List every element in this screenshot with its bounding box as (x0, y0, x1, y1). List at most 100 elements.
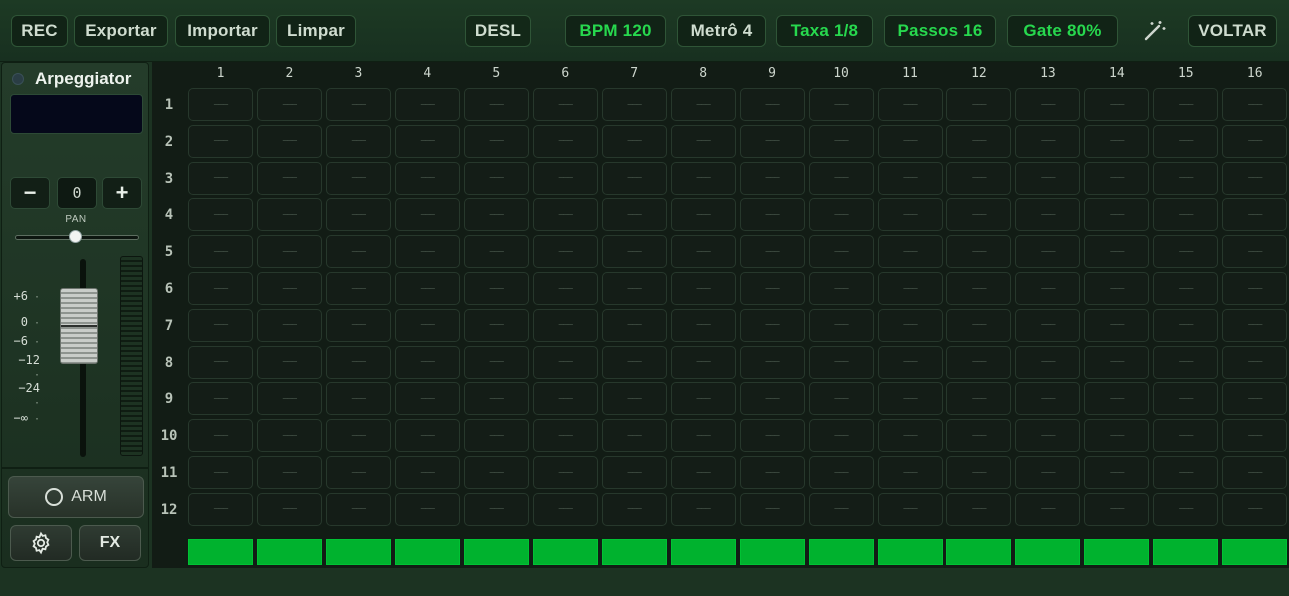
track-color-dot[interactable] (12, 73, 24, 85)
step-cell[interactable]: ——— (1153, 272, 1219, 305)
step-cell[interactable]: ——— (256, 272, 322, 305)
gate-bar[interactable] (1153, 539, 1219, 565)
step-cell[interactable]: ——— (739, 198, 805, 232)
step-cell[interactable]: ——— (877, 235, 943, 269)
step-cell[interactable]: ——— (670, 272, 736, 305)
step-cell[interactable]: ——— (256, 492, 322, 526)
step-cell[interactable]: ——— (1084, 456, 1150, 489)
step-cell[interactable]: ——— (601, 272, 667, 305)
step-cell[interactable]: ——— (808, 124, 874, 158)
step-cell[interactable]: ——— (463, 124, 529, 158)
step-cell[interactable]: ——— (394, 382, 460, 416)
transpose-plus-button[interactable]: + (102, 177, 142, 209)
step-cell[interactable]: ——— (1222, 308, 1288, 342)
step-cell[interactable]: ——— (463, 272, 529, 305)
gate-bar[interactable] (256, 539, 322, 565)
step-cell[interactable]: ——— (1153, 198, 1219, 232)
step-cell[interactable]: ——— (739, 419, 805, 453)
gate-bar[interactable] (808, 539, 874, 565)
step-cell[interactable]: ——— (1153, 456, 1219, 489)
step-cell[interactable]: ——— (394, 456, 460, 489)
step-cell[interactable]: ——— (877, 308, 943, 342)
step-cell[interactable]: ——— (1222, 272, 1288, 305)
step-cell[interactable]: ——— (188, 161, 253, 195)
step-cell[interactable]: ——— (1084, 272, 1150, 305)
gate-bar[interactable] (601, 539, 667, 565)
step-cell[interactable]: ——— (325, 456, 391, 489)
step-cell[interactable]: ——— (739, 345, 805, 379)
step-cell[interactable]: ——— (1153, 419, 1219, 453)
gate-bar[interactable] (670, 539, 736, 565)
step-cell[interactable]: ——— (670, 456, 736, 489)
step-cell[interactable]: ——— (601, 235, 667, 269)
step-cell[interactable]: ——— (256, 345, 322, 379)
step-cell[interactable]: ——— (808, 382, 874, 416)
step-cell[interactable]: ——— (1015, 492, 1081, 526)
step-cell[interactable]: ——— (325, 124, 391, 158)
step-cell[interactable]: ——— (739, 272, 805, 305)
step-cell[interactable]: ——— (808, 161, 874, 195)
step-cell[interactable]: ——— (670, 345, 736, 379)
step-cell[interactable]: ——— (188, 272, 253, 305)
transpose-minus-button[interactable]: − (10, 177, 50, 209)
step-cell[interactable]: ——— (1015, 382, 1081, 416)
step-cell[interactable]: ——— (877, 124, 943, 158)
step-cell[interactable]: ——— (877, 382, 943, 416)
step-cell[interactable]: ——— (1153, 382, 1219, 416)
step-cell[interactable]: ——— (256, 198, 322, 232)
step-cell[interactable]: ——— (256, 235, 322, 269)
step-cell[interactable]: ——— (808, 419, 874, 453)
step-cell[interactable]: ——— (532, 272, 598, 305)
step-cell[interactable]: ——— (1153, 88, 1219, 121)
step-cell[interactable]: ——— (394, 492, 460, 526)
step-cell[interactable]: ——— (1153, 124, 1219, 158)
step-cell[interactable]: ——— (670, 124, 736, 158)
step-cell[interactable]: ——— (325, 419, 391, 453)
step-cell[interactable]: ——— (670, 88, 736, 121)
step-cell[interactable]: ——— (1084, 198, 1150, 232)
step-cell[interactable]: ——— (532, 456, 598, 489)
step-cell[interactable]: ——— (1084, 419, 1150, 453)
step-cell[interactable]: ——— (532, 419, 598, 453)
step-cell[interactable]: ——— (877, 88, 943, 121)
step-cell[interactable]: ——— (739, 308, 805, 342)
metronome-button[interactable]: Metrô 4 (677, 15, 766, 47)
step-cell[interactable]: ——— (670, 382, 736, 416)
clear-button[interactable]: Limpar (276, 15, 356, 47)
step-cell[interactable]: ——— (670, 308, 736, 342)
step-cell[interactable]: ——— (532, 492, 598, 526)
step-cell[interactable]: ——— (256, 124, 322, 158)
step-cell[interactable]: ——— (188, 382, 253, 416)
step-cell[interactable]: ——— (1015, 308, 1081, 342)
step-cell[interactable]: ——— (808, 272, 874, 305)
step-cell[interactable]: ——— (394, 198, 460, 232)
step-cell[interactable]: ——— (946, 198, 1012, 232)
gate-bar[interactable] (325, 539, 391, 565)
step-cell[interactable]: ——— (670, 198, 736, 232)
step-cell[interactable]: ——— (946, 308, 1012, 342)
step-cell[interactable]: ——— (463, 235, 529, 269)
step-cell[interactable]: ——— (188, 456, 253, 489)
step-cell[interactable]: ——— (1015, 456, 1081, 489)
back-button[interactable]: VOLTAR (1188, 15, 1277, 47)
step-cell[interactable]: ——— (739, 492, 805, 526)
magic-wand-icon[interactable] (1140, 17, 1168, 45)
step-cell[interactable]: ——— (1153, 308, 1219, 342)
step-cell[interactable]: ——— (601, 161, 667, 195)
step-cell[interactable]: ——— (601, 419, 667, 453)
step-cell[interactable]: ——— (601, 88, 667, 121)
step-cell[interactable]: ——— (1222, 161, 1288, 195)
step-cell[interactable]: ——— (188, 345, 253, 379)
step-cell[interactable]: ——— (463, 382, 529, 416)
step-cell[interactable]: ——— (463, 88, 529, 121)
step-cell[interactable]: ——— (601, 124, 667, 158)
step-cell[interactable]: ——— (670, 161, 736, 195)
step-cell[interactable]: ——— (532, 198, 598, 232)
step-cell[interactable]: ——— (1222, 198, 1288, 232)
step-cell[interactable]: ——— (1222, 88, 1288, 121)
step-cell[interactable]: ——— (463, 198, 529, 232)
step-cell[interactable]: ——— (877, 456, 943, 489)
step-cell[interactable]: ——— (1222, 419, 1288, 453)
step-cell[interactable]: ——— (1222, 456, 1288, 489)
step-cell[interactable]: ——— (601, 492, 667, 526)
